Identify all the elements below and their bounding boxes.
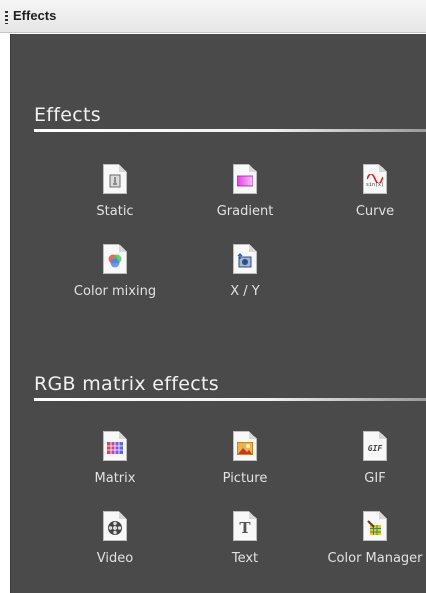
effect-label: X / Y xyxy=(230,284,260,299)
effect-label: Static xyxy=(96,204,134,219)
effects-panel: Effects Effects Static Gradient sin(x) C… xyxy=(0,0,426,593)
gif-icon: GIF xyxy=(363,431,387,461)
gradient-icon xyxy=(233,164,257,194)
effect-label: Curve xyxy=(355,204,395,219)
panel-title: Effects xyxy=(13,8,57,23)
effect-color-mixing[interactable]: Color mixing xyxy=(60,244,170,299)
static-icon xyxy=(103,164,127,194)
effect-label: Video xyxy=(96,551,134,566)
effect-text[interactable]: T Text xyxy=(190,511,300,566)
xy-icon xyxy=(233,244,257,274)
effect-label: Text xyxy=(231,551,259,566)
effect-gif[interactable]: GIF GIF xyxy=(320,431,426,486)
section-divider xyxy=(34,129,426,132)
drag-grip-icon[interactable] xyxy=(5,11,8,24)
effect-label: Color Manager xyxy=(327,551,423,566)
effect-gradient[interactable]: Gradient xyxy=(190,164,300,219)
gif-icon-text: GIF xyxy=(367,443,383,453)
effect-label: Matrix xyxy=(94,471,136,486)
color-manager-icon xyxy=(363,511,387,541)
curve-icon-text: sin(x) xyxy=(365,182,385,188)
effect-label: GIF xyxy=(364,471,386,486)
effect-xy[interactable]: X / Y xyxy=(190,244,300,299)
section-title-rgb-matrix: RGB matrix effects xyxy=(34,373,219,395)
text-icon: T xyxy=(233,511,257,541)
effect-color-manager[interactable]: Color Manager xyxy=(320,511,426,566)
effect-label: Color mixing xyxy=(73,284,157,299)
text-icon-glyph: T xyxy=(239,519,251,537)
color-mixing-icon xyxy=(103,244,127,274)
effect-picture[interactable]: Picture xyxy=(190,431,300,486)
effect-video[interactable]: Video xyxy=(60,511,170,566)
picture-icon xyxy=(233,431,257,461)
effect-static[interactable]: Static xyxy=(60,164,170,219)
section-divider xyxy=(34,398,426,401)
effect-label: Picture xyxy=(222,471,268,486)
effects-content: Effects Static Gradient sin(x) Curve Col… xyxy=(10,34,426,593)
effect-label: Gradient xyxy=(216,204,274,219)
section-title-effects: Effects xyxy=(34,104,101,126)
effect-curve[interactable]: sin(x) Curve xyxy=(320,164,426,219)
effect-matrix[interactable]: Matrix xyxy=(60,431,170,486)
video-icon xyxy=(103,511,127,541)
curve-icon: sin(x) xyxy=(363,164,387,194)
panel-titlebar[interactable]: Effects xyxy=(0,0,426,33)
matrix-icon xyxy=(103,431,127,461)
